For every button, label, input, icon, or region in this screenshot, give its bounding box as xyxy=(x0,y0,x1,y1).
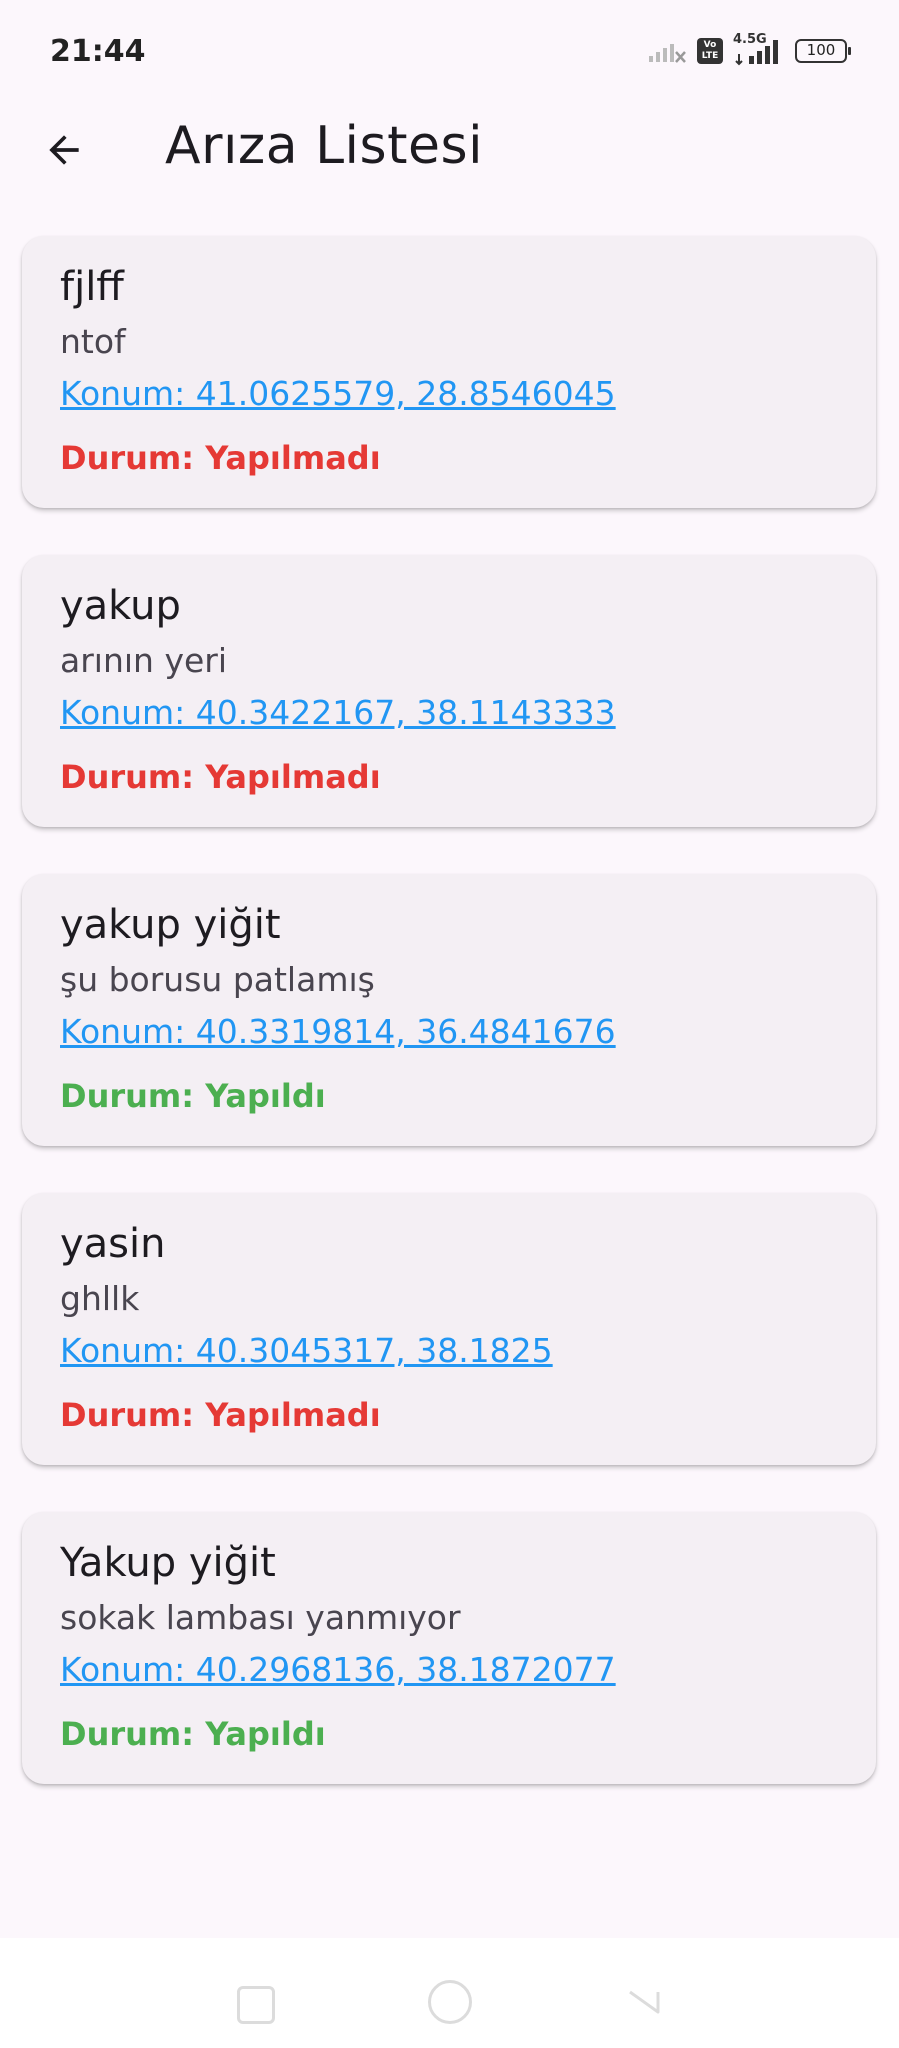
fault-card[interactable]: yakup yiğit şu borusu patlamış Konum: 40… xyxy=(22,874,876,1146)
fault-card[interactable]: yakup arının yeri Konum: 40.3422167, 38.… xyxy=(22,555,876,827)
fault-title: fjlff xyxy=(60,264,124,310)
fault-status: Durum: Yapılmadı xyxy=(60,439,381,477)
app-bar: Arıza Listesi xyxy=(0,100,899,200)
fault-card[interactable]: yasin ghllk Konum: 40.3045317, 38.1825 D… xyxy=(22,1193,876,1465)
fault-status: Durum: Yapılmadı xyxy=(60,758,381,796)
fault-card[interactable]: fjlff ntof Konum: 41.0625579, 28.8546045… xyxy=(22,236,876,508)
system-nav-bar xyxy=(0,1938,899,2048)
signal-4-5g-icon: 4.5G xyxy=(733,32,785,66)
recents-button[interactable] xyxy=(237,1986,275,2024)
back-button[interactable] xyxy=(28,118,100,182)
fault-list: fjlff ntof Konum: 41.0625579, 28.8546045… xyxy=(22,236,876,1831)
fault-description: sokak lambası yanmıyor xyxy=(60,1598,461,1637)
fault-status: Durum: Yapıldı xyxy=(60,1715,326,1753)
fault-title: yasin xyxy=(60,1221,166,1267)
status-time: 21:44 xyxy=(50,34,146,69)
fault-title: yakup yiğit xyxy=(60,902,281,948)
fault-location-link[interactable]: Konum: 41.0625579, 28.8546045 xyxy=(60,372,616,416)
battery-icon: 100 xyxy=(795,39,851,63)
status-icons: Vo LTE 4.5G 100 xyxy=(647,32,851,66)
fault-status: Durum: Yapılmadı xyxy=(60,1396,381,1434)
home-button[interactable] xyxy=(428,1980,472,2024)
fault-status: Durum: Yapıldı xyxy=(60,1077,326,1115)
fault-location-link[interactable]: Konum: 40.3045317, 38.1825 xyxy=(60,1329,553,1373)
fault-location-link[interactable]: Konum: 40.3319814, 36.4841676 xyxy=(60,1010,616,1054)
page-title: Arıza Listesi xyxy=(165,116,484,176)
fault-description: ntof xyxy=(60,322,126,361)
fault-card[interactable]: Yakup yiğit sokak lambası yanmıyor Konum… xyxy=(22,1512,876,1784)
fault-title: Yakup yiğit xyxy=(60,1540,276,1586)
fault-location-link[interactable]: Konum: 40.3422167, 38.1143333 xyxy=(60,691,616,735)
volte-icon: Vo LTE xyxy=(697,38,723,64)
fault-description: şu borusu patlamış xyxy=(60,960,375,999)
nav-back-icon[interactable] xyxy=(626,1984,662,2020)
fault-title: yakup xyxy=(60,583,181,629)
fault-description: arının yeri xyxy=(60,641,228,680)
signal-off-icon xyxy=(649,44,686,63)
fault-description: ghllk xyxy=(60,1279,140,1318)
status-bar: 21:44 Vo LTE 4.5G 100 xyxy=(0,0,899,100)
fault-location-link[interactable]: Konum: 40.2968136, 38.1872077 xyxy=(60,1648,616,1692)
arrow-back-icon xyxy=(49,135,79,165)
